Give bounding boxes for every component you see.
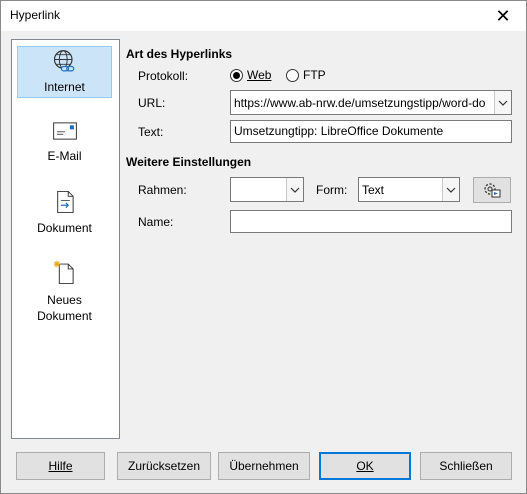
- radio-ftp-indicator[interactable]: [286, 68, 299, 82]
- apply-button[interactable]: Übernehmen: [218, 452, 310, 480]
- sidebar-item-label: Dokument: [37, 309, 92, 323]
- url-combobox[interactable]: https://www.ab-nrw.de/umsetzungstipp/wor…: [230, 90, 512, 115]
- url-value: https://www.ab-nrw.de/umsetzungstipp/wor…: [234, 96, 486, 110]
- url-label: URL:: [138, 96, 166, 110]
- url-dropdown-button[interactable]: [494, 91, 511, 114]
- reset-button-label: Zurücksetzen: [127, 459, 201, 473]
- radio-web-label: Web: [247, 68, 272, 82]
- chevron-down-icon: [498, 100, 508, 106]
- form-dropdown-button[interactable]: [442, 178, 459, 201]
- sidebar-item-label: E-Mail: [47, 149, 82, 163]
- chevron-down-icon: [446, 187, 456, 193]
- frame-combobox[interactable]: [230, 177, 304, 202]
- frame-dropdown-button[interactable]: [286, 178, 303, 201]
- further-settings-heading: Weitere Einstellungen: [126, 155, 252, 169]
- hyperlink-dialog: Hyperlink ✕ Internet E-Mail Dokument Neu…: [0, 0, 527, 494]
- sidebar-item-new-document[interactable]: Neues Dokument: [17, 258, 112, 328]
- new-document-icon: [53, 260, 74, 285]
- ok-button[interactable]: OK: [319, 452, 411, 480]
- sidebar-item-label: Neues: [47, 293, 82, 307]
- title-bar: Hyperlink ✕: [1, 1, 526, 31]
- sidebar-item-label: Dokument: [37, 221, 92, 235]
- sidebar-item-label: Internet: [44, 80, 85, 94]
- hyperlink-type-sidebar: Internet E-Mail Dokument Neues Dokument: [11, 39, 120, 439]
- ok-button-label: OK: [356, 459, 374, 473]
- sidebar-item-document[interactable]: Dokument: [17, 188, 112, 240]
- document-arrow-icon: [56, 190, 74, 214]
- text-label: Text:: [138, 125, 164, 139]
- envelope-icon: [52, 122, 77, 140]
- form-select[interactable]: Text: [358, 177, 460, 202]
- window-title: Hyperlink: [10, 8, 61, 22]
- help-button-label: Hilfe: [48, 459, 73, 473]
- hyperlink-type-heading: Art des Hyperlinks: [126, 47, 233, 61]
- form-value: Text: [362, 183, 385, 197]
- radio-web-indicator[interactable]: [230, 68, 243, 82]
- text-input[interactable]: Umsetzungtipp: LibreOffice Dokumente: [230, 120, 512, 143]
- radio-ftp-label: FTP: [303, 68, 326, 82]
- chevron-down-icon: [290, 187, 300, 193]
- close-window-button[interactable]: ✕: [480, 1, 526, 31]
- radio-web[interactable]: Web: [230, 68, 271, 82]
- sidebar-item-email[interactable]: E-Mail: [17, 118, 112, 170]
- form-label: Form:: [316, 183, 348, 197]
- sidebar-item-internet[interactable]: Internet: [17, 46, 112, 98]
- frame-label: Rahmen:: [138, 183, 187, 197]
- close-button[interactable]: Schließen: [420, 452, 512, 480]
- close-button-label: Schließen: [439, 459, 493, 473]
- close-icon: ✕: [495, 5, 511, 26]
- reset-button[interactable]: Zurücksetzen: [117, 452, 211, 480]
- events-button[interactable]: [473, 177, 511, 203]
- help-button[interactable]: Hilfe: [16, 452, 105, 480]
- protocol-label: Protokoll:: [138, 69, 189, 83]
- radio-ftp[interactable]: FTP: [286, 68, 326, 82]
- name-input[interactable]: [230, 210, 512, 233]
- globe-link-icon: [53, 50, 74, 72]
- name-label: Name:: [138, 215, 174, 229]
- gear-event-icon: [484, 183, 501, 198]
- apply-button-label: Übernehmen: [229, 459, 299, 473]
